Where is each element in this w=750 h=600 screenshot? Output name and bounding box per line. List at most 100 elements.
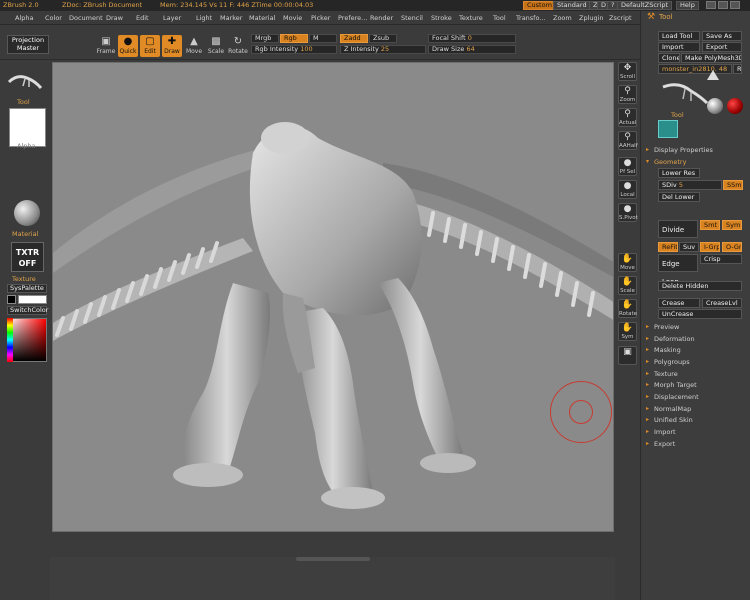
standard-button[interactable]: Standard: [553, 1, 591, 10]
star-tool-icon[interactable]: [707, 70, 719, 80]
s-pivot-button[interactable]: ● S.Pivot: [618, 203, 638, 222]
tool-subtitle[interactable]: Tool: [671, 111, 684, 119]
divide-button[interactable]: Divide: [658, 220, 698, 238]
menu-light[interactable]: Light: [196, 14, 212, 22]
syspalette-button[interactable]: SysPalette: [7, 284, 47, 293]
section-normalmap[interactable]: NormalMap: [646, 405, 691, 413]
menu-transform[interactable]: Transfo...: [516, 14, 546, 22]
sphere-tool-icon[interactable]: [707, 98, 723, 114]
aahalf-button[interactable]: ⚲ AAHalf: [618, 131, 638, 150]
help-button[interactable]: Help: [676, 1, 699, 10]
menu-edit[interactable]: Edit: [136, 14, 149, 22]
projection-master-button[interactable]: Projection Master: [7, 35, 49, 54]
polymesh-tool-icon[interactable]: [658, 120, 678, 138]
section-preview[interactable]: Preview: [646, 323, 679, 331]
del-lower-button[interactable]: Del Lower: [658, 192, 700, 202]
ogrp-button[interactable]: O-Grp: [722, 242, 742, 252]
scroll-button[interactable]: ✥ Scroll: [618, 62, 637, 81]
refit-button[interactable]: ReFit: [658, 242, 678, 252]
hue-strip[interactable]: [7, 318, 13, 362]
main-color-swatch[interactable]: [7, 295, 16, 304]
move-button[interactable]: ▲ Move: [184, 35, 204, 57]
dragon-model[interactable]: [53, 63, 614, 532]
menu-zplugin[interactable]: Zplugin: [579, 14, 604, 22]
suv-button[interactable]: Suv: [679, 242, 699, 252]
menu-tool[interactable]: Tool: [493, 14, 506, 22]
menu-render[interactable]: Render: [370, 14, 393, 22]
rotate-button[interactable]: ↻ Rotate: [228, 35, 248, 57]
zoom-button[interactable]: ⚲ Zoom: [618, 85, 637, 104]
mrgb-button[interactable]: Mrgb: [251, 34, 279, 43]
edge-loop-button[interactable]: Edge Loop: [658, 254, 698, 286]
alpha-label[interactable]: Alpha: [17, 142, 35, 150]
m-button[interactable]: M: [309, 34, 337, 43]
current-tool-thumbnail[interactable]: [7, 70, 43, 92]
edit-button[interactable]: ▢ Edit: [140, 35, 160, 57]
r-button[interactable]: R: [733, 64, 742, 74]
lower-res-button[interactable]: Lower Res: [658, 168, 700, 178]
menu-marker[interactable]: Marker: [220, 14, 242, 22]
zadd-button[interactable]: Zadd: [340, 34, 368, 43]
sdiv-slider[interactable]: SDiv 5: [658, 180, 722, 190]
camera-button[interactable]: ▣: [618, 346, 637, 365]
close-button[interactable]: [730, 1, 740, 9]
pf-sel-button[interactable]: ● Pf Sel: [618, 157, 637, 176]
canvas-scroll-handle[interactable]: [296, 557, 370, 561]
texture-label[interactable]: Texture: [12, 275, 36, 283]
custom-button[interactable]: Custom: [523, 1, 556, 10]
menu-material[interactable]: Material: [249, 14, 275, 22]
uncrease-button[interactable]: UnCrease: [658, 309, 742, 319]
document-canvas[interactable]: [52, 62, 614, 532]
menu-texture[interactable]: Texture: [459, 14, 483, 22]
export-button[interactable]: Export: [702, 42, 742, 52]
material-sphere[interactable]: [14, 200, 40, 226]
z-intensity-slider[interactable]: Z Intensity 25: [340, 45, 426, 54]
menu-stroke[interactable]: Stroke: [431, 14, 452, 22]
quick-button[interactable]: ● Quick: [118, 35, 138, 57]
actual-button[interactable]: ⚲ Actual: [618, 108, 637, 127]
crease-level-slider[interactable]: CreaseLvl: [702, 298, 742, 308]
menu-picker[interactable]: Picker: [311, 14, 330, 22]
txtr-off-button[interactable]: TXTR OFF: [11, 242, 44, 272]
menu-preferences[interactable]: Prefere...: [338, 14, 367, 22]
load-tool-button[interactable]: Load Tool: [658, 31, 700, 41]
draw-button[interactable]: ✚ Draw: [162, 35, 182, 57]
import-button[interactable]: Import: [658, 42, 700, 52]
section-displacement[interactable]: Displacement: [646, 393, 699, 401]
default-zscript-button[interactable]: DefaultZScript: [617, 1, 673, 10]
section-polygroups[interactable]: Polygroups: [646, 358, 690, 366]
menu-document[interactable]: Document: [69, 14, 103, 22]
save-as-button[interactable]: Save As: [702, 31, 742, 41]
zsub-button[interactable]: Zsub: [369, 34, 397, 43]
menu-zscript[interactable]: Zscript: [609, 14, 632, 22]
sym-toggle[interactable]: Sym: [722, 220, 742, 230]
scale-view-button[interactable]: ✋ Scale: [618, 276, 637, 295]
ssmt-button[interactable]: SSmt: [723, 180, 743, 190]
secondary-color-swatch[interactable]: [18, 295, 47, 304]
section-import[interactable]: Import: [646, 428, 675, 436]
rotate-view-button[interactable]: ✋ Rotate: [618, 299, 637, 318]
local-button[interactable]: ● Local: [618, 180, 637, 199]
section-display-properties[interactable]: Display Properties: [646, 146, 713, 154]
section-export[interactable]: Export: [646, 440, 675, 448]
tool-name-field[interactable]: monster_in2810. 48: [658, 64, 732, 74]
section-geometry[interactable]: Geometry: [646, 158, 687, 166]
section-masking[interactable]: Masking: [646, 346, 681, 354]
section-deformation[interactable]: Deformation: [646, 335, 695, 343]
menu-zoom[interactable]: Zoom: [553, 14, 572, 22]
igrp-button[interactable]: I-Grp: [700, 242, 720, 252]
crease-button[interactable]: Crease: [658, 298, 700, 308]
rgb-button[interactable]: Rgb: [280, 34, 308, 43]
switchcolor-button[interactable]: SwitchColor: [7, 306, 48, 315]
focal-shift-slider[interactable]: Focal Shift 0: [428, 34, 516, 43]
menu-draw[interactable]: Draw: [106, 14, 123, 22]
menu-layer[interactable]: Layer: [163, 14, 181, 22]
section-texture[interactable]: Texture: [646, 370, 678, 378]
section-morph-target[interactable]: Morph Target: [646, 381, 697, 389]
tool-label[interactable]: Tool: [17, 98, 30, 106]
tool-palette-title[interactable]: Tool: [659, 13, 673, 21]
smt-button[interactable]: Smt: [700, 220, 720, 230]
menu-stencil[interactable]: Stencil: [401, 14, 423, 22]
section-unified-skin[interactable]: Unified Skin: [646, 416, 693, 424]
delete-hidden-button[interactable]: Delete Hidden: [658, 281, 742, 291]
